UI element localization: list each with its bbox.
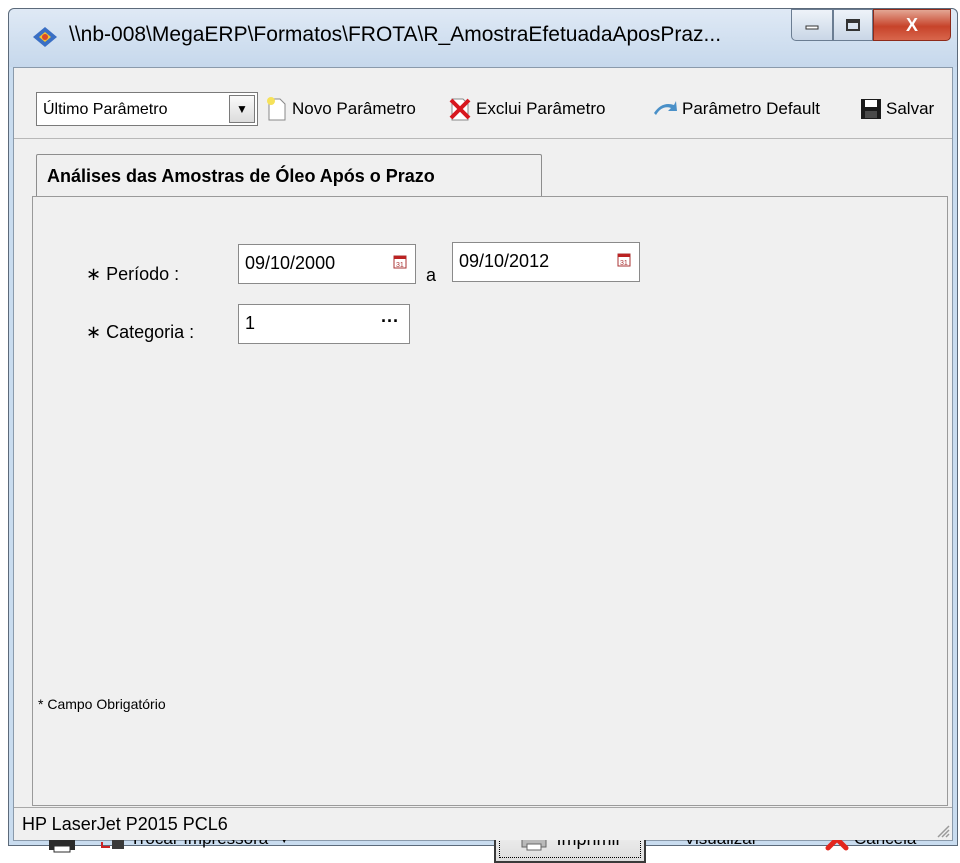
svg-text:31: 31 bbox=[396, 262, 404, 269]
category-label: ∗ Categoria : bbox=[86, 322, 195, 342]
current-printer: HP LaserJet P2015 PCL6 bbox=[22, 814, 228, 834]
period-from-date[interactable]: 09/10/2000 31 bbox=[238, 244, 416, 284]
period-from-value: 09/10/2000 bbox=[245, 253, 336, 273]
svg-text:31: 31 bbox=[620, 260, 628, 267]
maximize-button[interactable] bbox=[833, 9, 873, 41]
delete-document-icon bbox=[449, 98, 471, 121]
toolbar: Último Parâmetro ▼ Novo Parâmetro Exclui… bbox=[14, 68, 952, 139]
calendar-icon[interactable]: 31 bbox=[617, 253, 631, 267]
close-button[interactable]: X bbox=[873, 9, 951, 41]
maximize-icon bbox=[846, 19, 860, 31]
chevron-down-icon[interactable]: ▼ bbox=[229, 95, 255, 123]
tab-label: Análises das Amostras de Óleo Após o Pra… bbox=[47, 166, 435, 186]
minimize-button[interactable] bbox=[791, 9, 833, 41]
save-button[interactable]: Salvar bbox=[860, 92, 934, 126]
ellipsis-icon[interactable]: ··· bbox=[381, 311, 399, 332]
new-parameter-button[interactable]: Novo Parâmetro bbox=[266, 92, 416, 126]
caption-buttons: X bbox=[791, 9, 951, 41]
resize-grip-icon[interactable] bbox=[934, 822, 950, 838]
parameter-select[interactable]: Último Parâmetro ▼ bbox=[36, 92, 258, 126]
period-label: ∗ Período : bbox=[86, 264, 180, 284]
period-separator: a bbox=[426, 265, 437, 285]
delete-parameter-label: Exclui Parâmetro bbox=[476, 99, 606, 118]
category-value: 1 bbox=[245, 313, 256, 333]
title-bar[interactable]: \\nb-008\MegaERP\Formatos\FROTA\R_Amostr… bbox=[9, 9, 957, 67]
floppy-disk-icon bbox=[861, 99, 881, 119]
save-label: Salvar bbox=[886, 99, 935, 118]
period-to-value: 09/10/2012 bbox=[459, 251, 550, 271]
window-title: \\nb-008\MegaERP\Formatos\FROTA\R_Amostr… bbox=[69, 23, 722, 46]
period-to-date[interactable]: 09/10/2012 31 bbox=[452, 242, 640, 282]
minimize-icon bbox=[805, 25, 819, 30]
delete-parameter-button[interactable]: Exclui Parâmetro bbox=[448, 92, 605, 126]
tab-oil-samples-analysis[interactable]: Análises das Amostras de Óleo Após o Pra… bbox=[36, 154, 542, 198]
parameter-select-value: Último Parâmetro bbox=[43, 101, 168, 118]
status-bar: HP LaserJet P2015 PCL6 bbox=[14, 807, 952, 840]
client-area: Último Parâmetro ▼ Novo Parâmetro Exclui… bbox=[13, 67, 953, 863]
required-field-note: * Campo Obrigatório bbox=[38, 696, 166, 712]
report-window: \\nb-008\MegaERP\Formatos\FROTA\R_Amostr… bbox=[8, 8, 958, 863]
default-parameter-button[interactable]: Parâmetro Default bbox=[652, 92, 820, 126]
default-parameter-label: Parâmetro Default bbox=[682, 99, 820, 118]
app-icon bbox=[33, 27, 57, 47]
calendar-icon[interactable]: 31 bbox=[393, 255, 407, 269]
category-field[interactable]: 1 ··· bbox=[238, 304, 410, 344]
default-arrow-icon bbox=[654, 101, 677, 115]
tab-panel bbox=[32, 196, 948, 806]
new-parameter-label: Novo Parâmetro bbox=[292, 99, 416, 118]
close-icon: X bbox=[905, 14, 918, 35]
new-document-icon bbox=[267, 97, 286, 121]
